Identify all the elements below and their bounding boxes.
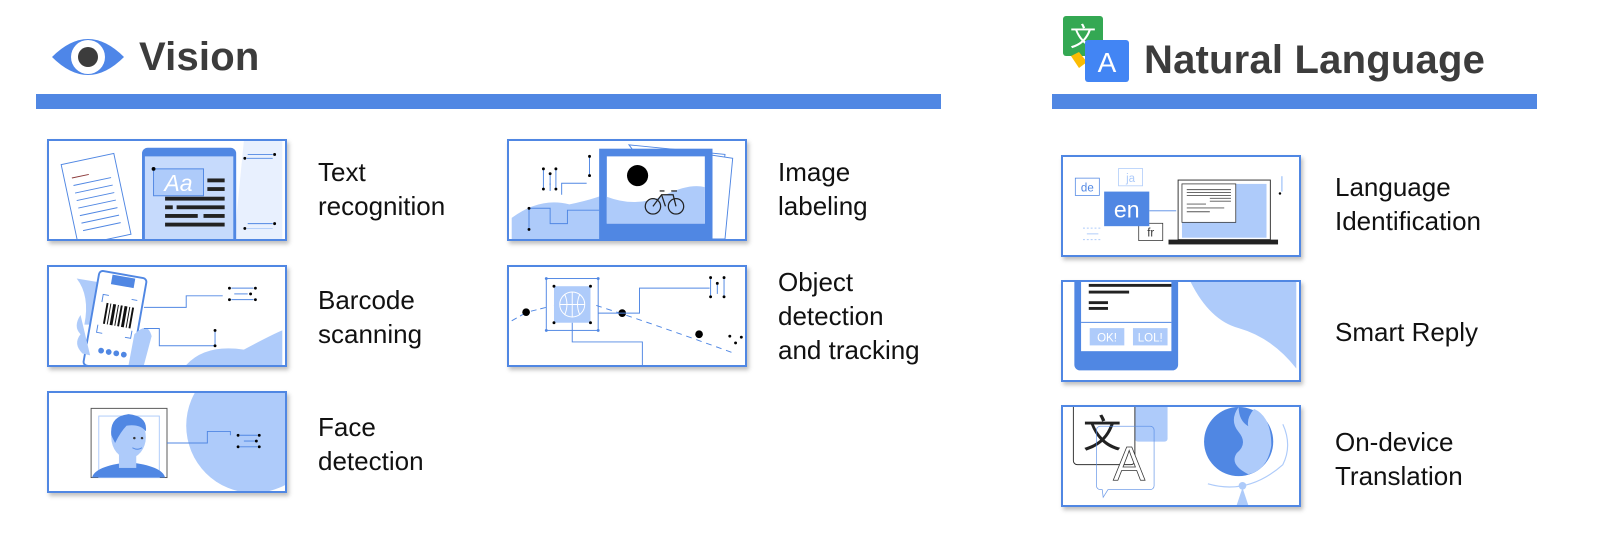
chip-lol: LOL! (1138, 333, 1163, 345)
tag-fr: fr (1147, 228, 1154, 240)
label-line: Face (318, 412, 376, 442)
image-labeling-illustration (507, 139, 747, 241)
translate-icon: 文 A (1063, 16, 1129, 82)
label-line: Text (318, 157, 366, 187)
face-detection-illustration (47, 391, 287, 493)
language-id-label: Language Identification (1335, 170, 1481, 238)
label-line: detection (778, 301, 884, 331)
label-line: Barcode (318, 285, 415, 315)
object-tracking-illustration (507, 265, 747, 367)
eye-icon (50, 33, 126, 81)
vision-divider (36, 94, 941, 109)
label-line: Object (778, 267, 854, 297)
label-line: Image (778, 157, 851, 187)
translation-target-glyph: A (1113, 438, 1145, 491)
tag-ja: ja (1125, 173, 1136, 185)
barcode-scanning-label: Barcode scanning (318, 283, 422, 351)
natural-language-title: Natural Language (1144, 38, 1486, 82)
smart-reply-illustration: OK! LOL! (1061, 280, 1301, 382)
smart-reply-label: Smart Reply (1335, 315, 1478, 349)
label-line: Language (1335, 172, 1451, 202)
svg-text:Aa: Aa (162, 170, 192, 196)
tag-en: en (1114, 197, 1140, 223)
label-line: and tracking (778, 335, 920, 365)
label-line: Translation (1335, 461, 1463, 491)
label-line: recognition (318, 191, 446, 221)
text-recognition-illustration: Aa (47, 139, 287, 241)
tag-de: de (1081, 183, 1094, 195)
translate-icon-glyph-2: A (1098, 47, 1117, 78)
barcode-scanning-illustration (47, 265, 287, 367)
label-line: On-device (1335, 427, 1454, 457)
label-line: Identification (1335, 206, 1481, 236)
natural-language-divider (1052, 94, 1537, 109)
chip-ok: OK! (1097, 333, 1117, 345)
vision-title: Vision (139, 35, 260, 79)
language-id-illustration: de ja fr en (1061, 155, 1301, 257)
label-line: scanning (318, 319, 423, 349)
label-line: detection (318, 446, 424, 476)
label-line: Smart Reply (1335, 317, 1479, 347)
text-recognition-label: Text recognition (318, 155, 445, 223)
label-line: labeling (778, 191, 868, 221)
object-tracking-label: Object detection and tracking (778, 265, 920, 367)
translation-label: On-device Translation (1335, 425, 1463, 493)
translation-illustration: 文 A (1061, 405, 1301, 507)
image-labeling-label: Image labeling (778, 155, 868, 223)
face-detection-label: Face detection (318, 410, 424, 478)
